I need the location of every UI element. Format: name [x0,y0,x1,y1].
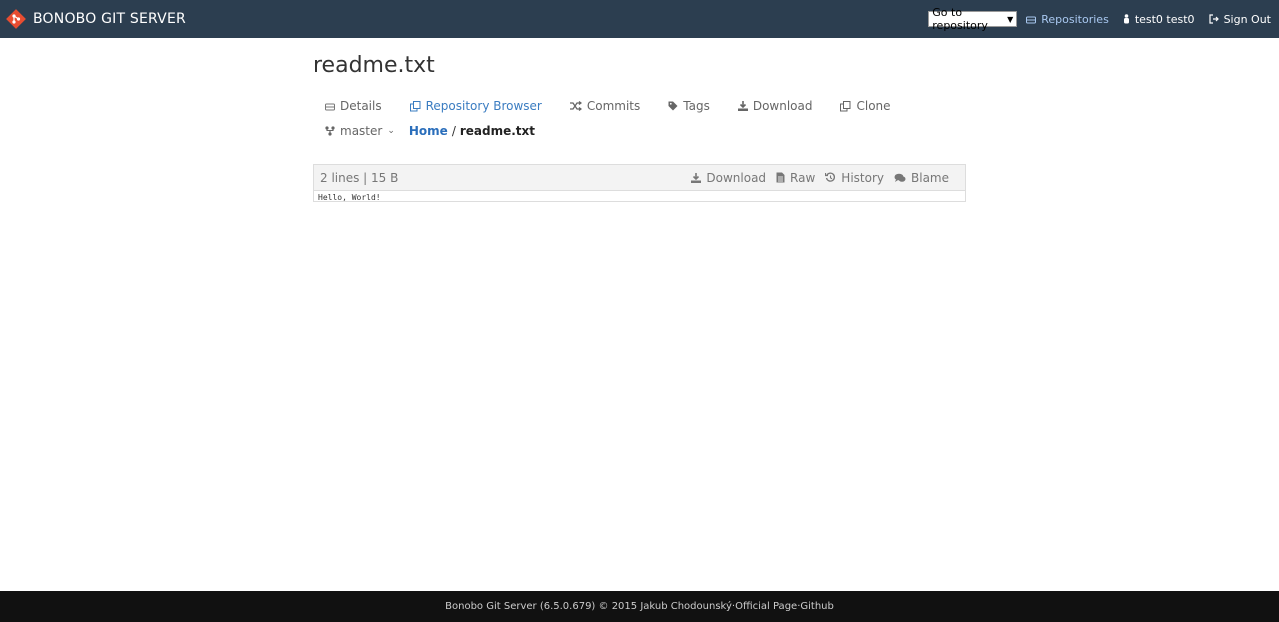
brand[interactable]: BONOBO GIT SERVER [6,0,186,38]
shuffle-icon [569,101,582,111]
user-link[interactable]: test0 test0 [1123,13,1195,26]
tab-label: Repository Browser [425,99,542,113]
brand-name: BONOBO GIT SERVER [33,11,186,27]
tab-label: Clone [856,99,891,113]
repositories-label: Repositories [1041,12,1109,26]
breadcrumb-home[interactable]: Home [409,124,448,138]
footer-text: Bonobo Git Server (6.5.0.679) © 2015 Jak… [445,601,732,612]
tab-details[interactable]: Details [325,99,382,113]
git-logo-icon [6,9,26,29]
file-header: 2 lines | 15 B Download Raw History Blam… [314,165,965,191]
file-content: Hello, World! [318,193,381,202]
breadcrumb-separator: / [451,124,456,138]
go-to-repository-select[interactable]: Go to repository ▼ [928,6,1018,32]
branch-selector[interactable]: master ⌄ [325,124,395,138]
tab-label: Details [340,99,382,113]
chevron-down-icon: ⌄ [387,126,395,136]
drive-icon [325,103,335,110]
file-raw-button[interactable]: Raw [776,171,815,185]
user-icon [1123,14,1129,24]
download-icon [691,172,702,183]
copy-icon [840,100,851,111]
tab-repository-browser[interactable]: Repository Browser [409,99,542,113]
tab-label: Download [752,99,813,113]
tab-download[interactable]: Download [737,99,813,113]
file-download-label: Download [706,170,767,185]
page-title: readme.txt [313,53,435,78]
repositories-link[interactable]: Repositories [1026,13,1109,26]
file-text-icon [776,172,785,183]
repo-tabs: Details Repository Browser Commits Tags [325,99,919,113]
sign-out-label: Sign Out [1223,12,1271,26]
file-download-button[interactable]: Download [691,171,766,185]
top-right-nav: Go to repository ▼ Repositories test0 te… [928,0,1279,38]
download-icon [737,101,748,111]
sign-out-icon [1208,14,1219,24]
tab-clone[interactable]: Clone [840,99,891,113]
official-page-link[interactable]: Official Page [735,601,797,612]
branch-breadcrumb-row: master ⌄ Home / readme.txt [325,124,535,138]
chevron-down-icon: ▼ [1007,14,1014,24]
footer: Bonobo Git Server (6.5.0.679) © 2015 Jak… [0,591,1279,622]
breadcrumb-file: readme.txt [459,124,536,138]
tab-tags[interactable]: Tags [668,99,710,113]
repo-select-value: Go to repository [932,6,988,32]
history-icon [825,172,836,182]
file-blame-button[interactable]: Blame [894,171,949,185]
file-blame-label: Blame [911,170,949,185]
github-link[interactable]: Github [800,601,833,612]
file-history-button[interactable]: History [825,171,884,185]
sign-out-link[interactable]: Sign Out [1208,12,1271,26]
file-history-label: History [841,170,884,185]
comments-icon [894,173,906,182]
branch-icon [325,126,335,136]
tab-label: Tags [683,99,710,113]
file-info: 2 lines | 15 B [320,170,399,185]
tag-icon [668,101,678,111]
copy-icon [409,100,421,111]
top-navbar: BONOBO GIT SERVER Go to repository ▼ Rep… [0,0,1279,38]
branch-name: master [340,124,383,138]
tab-commits[interactable]: Commits [569,99,641,113]
tab-label: Commits [586,99,641,113]
file-viewer: 2 lines | 15 B Download Raw History Blam… [313,164,966,202]
user-name: test0 test0 [1134,12,1195,26]
file-actions: Download Raw History Blame [681,171,959,185]
file-raw-label: Raw [790,170,816,185]
drive-icon [1026,16,1037,23]
